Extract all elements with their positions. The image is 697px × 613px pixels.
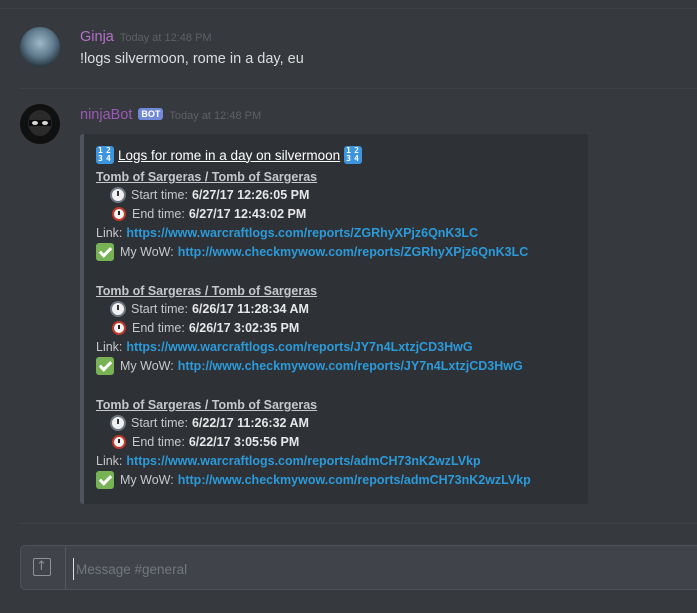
upload-arrow-icon: ↑	[36, 559, 47, 574]
end-time-row: End time: 6/22/17 3:05:56 PM	[96, 432, 586, 451]
warcraftlogs-link[interactable]: https://www.warcraftlogs.com/reports/adm…	[126, 454, 480, 468]
mywow-row: My WoW: http://www.checkmywow.com/reports…	[96, 470, 586, 489]
section-title: Tomb of Sargeras / Tomb of Sargeras	[96, 398, 318, 412]
warcraftlogs-link[interactable]: https://www.warcraftlogs.com/reports/ZGR…	[126, 226, 478, 240]
upload-button[interactable]: ↑	[21, 546, 66, 589]
message-divider	[20, 88, 697, 89]
author-name[interactable]: Ginja	[80, 29, 114, 45]
clock-icon	[110, 186, 126, 203]
embed-title: 1 2 3 4 Logs for rome in a day on silver…	[96, 144, 363, 166]
section-title: Tomb of Sargeras / Tomb of Sargeras	[96, 170, 318, 184]
warcraftlogs-link[interactable]: https://www.warcraftlogs.com/reports/JY7…	[126, 340, 472, 354]
alarm-clock-icon	[112, 434, 126, 449]
log-section: Tomb of Sargeras / Tomb of Sargeras Star…	[96, 283, 586, 375]
link-row: Link: https://www.warcraftlogs.com/report…	[96, 339, 473, 354]
bot-tag: BOT	[138, 108, 164, 120]
message-header: ninjaBot BOT Today at 12:48 PM	[80, 107, 261, 125]
check-mark-icon	[96, 242, 114, 261]
start-time-row: Start time: 6/26/17 11:28:34 AM	[96, 299, 586, 318]
clock-icon	[110, 414, 126, 431]
logs-embed: 1 2 3 4 Logs for rome in a day on silver…	[80, 134, 588, 504]
start-time-value: 6/27/17 12:26:05 PM	[191, 187, 310, 202]
avatar[interactable]	[20, 104, 60, 144]
clock-icon	[110, 300, 126, 317]
check-mark-icon	[96, 470, 114, 489]
start-time-value: 6/26/17 11:28:34 AM	[191, 301, 309, 316]
embed-title-text[interactable]: Logs for rome in a day on silvermoon	[118, 148, 340, 163]
checkmywow-link[interactable]: http://www.checkmywow.com/reports/ZGRhyX…	[178, 245, 529, 259]
start-time-row: Start time: 6/22/17 11:26:32 AM	[96, 413, 586, 432]
ninja-avatar-icon	[20, 104, 60, 144]
avatar[interactable]	[20, 27, 60, 67]
input-numbers-icon: 1 2 3 4	[344, 146, 363, 164]
alarm-clock-icon	[112, 206, 126, 221]
timestamp: Today at 12:48 PM	[169, 110, 262, 122]
checkmywow-link[interactable]: http://www.checkmywow.com/reports/JY7n4L…	[178, 359, 523, 373]
top-divider	[0, 8, 697, 9]
composer-divider	[20, 523, 697, 524]
timestamp: Today at 12:48 PM	[119, 32, 212, 44]
message-text: !logs silvermoon, rome in a day, eu	[80, 51, 304, 67]
end-time-value: 6/22/17 3:05:56 PM	[188, 434, 300, 449]
start-time-row: Start time: 6/27/17 12:26:05 PM	[96, 185, 586, 204]
mywow-row: My WoW: http://www.checkmywow.com/reports…	[96, 242, 586, 261]
link-row: Link: https://www.warcraftlogs.com/report…	[96, 225, 479, 240]
link-row: Link: https://www.warcraftlogs.com/report…	[96, 453, 481, 468]
checkmywow-link[interactable]: http://www.checkmywow.com/reports/admCH7…	[178, 473, 531, 487]
author-name[interactable]: ninjaBot	[80, 107, 132, 123]
end-time-row: End time: 6/26/17 3:02:35 PM	[96, 318, 586, 337]
message-composer: ↑	[20, 545, 697, 590]
alarm-clock-icon	[112, 320, 126, 335]
check-mark-icon	[96, 356, 114, 375]
start-time-value: 6/22/17 11:26:32 AM	[191, 415, 309, 430]
input-numbers-icon: 1 2 3 4	[96, 146, 114, 164]
message-header: Ginja Today at 12:48 PM	[80, 29, 212, 47]
message-input[interactable]	[73, 558, 678, 580]
end-time-value: 6/26/17 3:02:35 PM	[188, 320, 300, 335]
section-title: Tomb of Sargeras / Tomb of Sargeras	[96, 284, 318, 298]
log-section: Tomb of Sargeras / Tomb of Sargeras Star…	[96, 169, 586, 261]
mywow-row: My WoW: http://www.checkmywow.com/reports…	[96, 356, 586, 375]
end-time-row: End time: 6/27/17 12:43:02 PM	[96, 204, 586, 223]
log-section: Tomb of Sargeras / Tomb of Sargeras Star…	[96, 397, 586, 489]
end-time-value: 6/27/17 12:43:02 PM	[188, 206, 307, 221]
